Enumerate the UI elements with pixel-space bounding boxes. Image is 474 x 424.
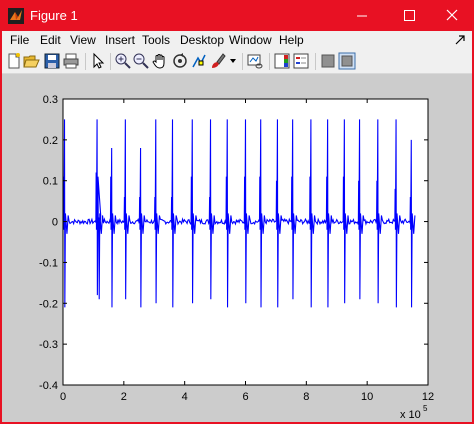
new-figure-icon[interactable] — [5, 52, 23, 70]
menu-view[interactable]: View — [70, 33, 96, 47]
menu-insert[interactable]: Insert — [105, 33, 135, 47]
toolbar-separator — [110, 53, 111, 70]
y-tick-label: 0.2 — [43, 135, 58, 147]
edit-plot-arrow-icon[interactable] — [89, 52, 107, 70]
toolbar-separator — [85, 53, 86, 70]
y-tick-label: -0.2 — [39, 298, 58, 310]
menu-desktop[interactable]: Desktop — [180, 33, 224, 47]
toolbar-separator — [315, 53, 316, 70]
toolbar — [2, 49, 472, 74]
insert-colorbar-icon[interactable] — [273, 52, 291, 70]
zoom-out-icon[interactable] — [132, 52, 150, 70]
toolbar-separator — [242, 53, 243, 70]
menu-window[interactable]: Window — [229, 33, 272, 47]
brush-icon[interactable] — [209, 52, 227, 70]
y-tick-label: 0.1 — [43, 176, 58, 188]
menu-tools[interactable]: Tools — [142, 33, 170, 47]
maximize-icon — [404, 10, 415, 21]
open-file-icon[interactable] — [23, 52, 41, 70]
y-tick-label: -0.4 — [39, 380, 58, 392]
show-plot-tools-icon[interactable] — [338, 52, 356, 70]
x-tick-label: 12 — [422, 391, 434, 403]
y-tick-label: 0.3 — [43, 94, 58, 106]
hide-plot-tools-icon[interactable] — [319, 52, 337, 70]
minimize-icon — [357, 15, 367, 17]
y-tick-label: -0.3 — [39, 339, 58, 351]
title-bar: Figure 1 — [0, 0, 474, 31]
zoom-in-icon[interactable] — [114, 52, 132, 70]
pan-hand-icon[interactable] — [151, 52, 169, 70]
maximize-button[interactable] — [386, 0, 431, 31]
matlab-app-icon — [8, 8, 24, 24]
save-icon[interactable] — [43, 52, 61, 70]
x-tick-label: 2 — [121, 391, 127, 403]
x-tick-label: 8 — [303, 391, 309, 403]
x-exponent-power: 5 — [423, 404, 428, 413]
menu-edit[interactable]: Edit — [40, 33, 61, 47]
y-tick-label: -0.1 — [39, 257, 58, 269]
dock-arrow-icon[interactable] — [453, 33, 467, 47]
x-tick-label: 4 — [182, 391, 188, 403]
x-tick-label: 0 — [60, 391, 66, 403]
minimize-button[interactable] — [339, 0, 384, 31]
close-button[interactable] — [429, 0, 474, 31]
y-tick-label: 0 — [52, 217, 58, 229]
insert-legend-icon[interactable] — [292, 52, 310, 70]
print-icon[interactable] — [62, 52, 80, 70]
x-exponent-label: x 10 — [400, 409, 421, 421]
x-tick-label: 6 — [242, 391, 248, 403]
link-plot-icon[interactable] — [246, 52, 264, 70]
brush-dropdown-icon[interactable] — [229, 57, 237, 65]
toolbar-separator — [269, 53, 270, 70]
close-icon — [446, 9, 458, 21]
data-cursor-icon[interactable] — [190, 52, 208, 70]
x-tick-label: 10 — [361, 391, 373, 403]
menu-help[interactable]: Help — [279, 33, 304, 47]
window-title: Figure 1 — [30, 8, 78, 23]
plot-svg[interactable]: -0.4 -0.3 -0.2 -0.1 0 0.1 0.2 0.3 0 2 4 6 8 10 12x 105 — [2, 74, 472, 422]
menu-file[interactable]: File — [10, 33, 29, 47]
rotate-3d-icon[interactable] — [171, 52, 189, 70]
figure-canvas: -0.4 -0.3 -0.2 -0.1 0 0.1 0.2 0.3 0 2 4 6 8 10 12 x 10 5 — [2, 74, 472, 422]
menu-bar: File Edit View Insert Tools Desktop Wind… — [2, 31, 472, 49]
